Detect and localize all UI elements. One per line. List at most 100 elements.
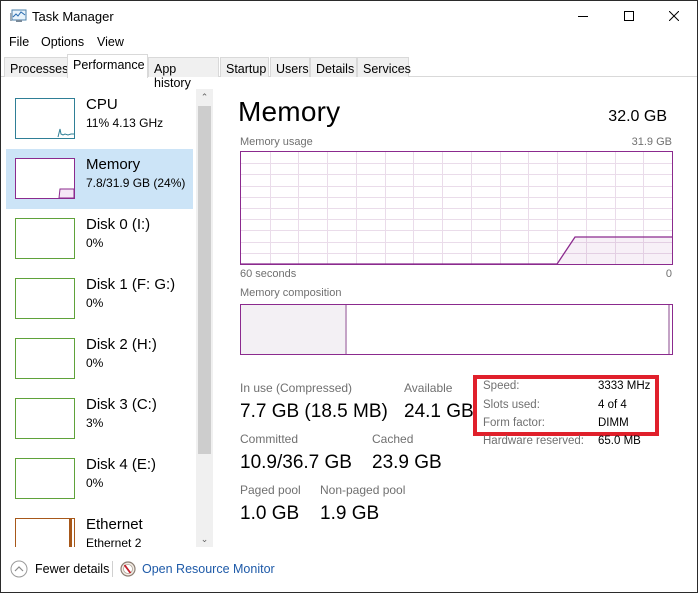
sidebar-item-name: Disk 0 (I:)	[86, 216, 151, 233]
fewer-details-button[interactable]: Fewer details	[10, 559, 109, 579]
memory-composition-label: Memory composition	[240, 287, 342, 299]
composition-in-use	[241, 305, 347, 354]
cached-label: Cached	[372, 432, 414, 446]
graph-time-start: 60 seconds	[240, 268, 297, 280]
resource-monitor-icon	[120, 561, 136, 577]
memory-mini-area	[58, 188, 74, 198]
usage-area	[241, 236, 672, 264]
cached-value: 23.9 GB	[372, 452, 442, 473]
scroll-down-button[interactable]: ⌄	[196, 531, 213, 547]
sidebar-thumbnail-graph	[15, 278, 75, 319]
sidebar-item-subtext: 0%	[86, 296, 104, 310]
graph-time-end: 0	[665, 268, 672, 280]
form-factor-value: DIMM	[598, 417, 629, 429]
sidebar-item-disk-2-h[interactable]: Disk 2 (H:) 0%	[6, 329, 193, 389]
sidebar-item-subtext: 0%	[86, 476, 104, 490]
sidebar-thumbnail-graph	[15, 398, 75, 439]
nonpaged-pool-value: 1.9 GB	[320, 503, 380, 524]
sidebar-scrollbar[interactable]: ⌃ ⌄	[196, 89, 213, 547]
tab-users[interactable]: Users	[270, 57, 310, 77]
cpu-mini-line	[57, 128, 74, 138]
tab-processes[interactable]: Processes	[4, 57, 68, 77]
composition-standby	[347, 305, 670, 354]
sidebar-thumbnail-graph	[15, 158, 75, 199]
open-resource-monitor-label: Open Resource Monitor	[142, 562, 275, 576]
sidebar-item-name: Disk 3 (C:)	[86, 396, 157, 413]
sidebar-thumbnail-graph	[15, 338, 75, 379]
minimize-button[interactable]	[560, 1, 606, 31]
in-use-label: In use (Compressed)	[240, 381, 353, 395]
sidebar-item-subtext: 0%	[86, 356, 104, 370]
fewer-details-label: Fewer details	[35, 562, 110, 576]
maximize-button[interactable]	[606, 1, 652, 31]
task-manager-window: Task Manager File Options View Processes…	[0, 0, 698, 593]
sidebar-item-cpu[interactable]: CPU 11% 4.13 GHz	[6, 89, 193, 149]
sidebar-item-subtext: 7.8/31.9 GB (24%)	[86, 176, 186, 190]
memory-usage-graph	[240, 151, 673, 265]
available-value: 24.1 GB	[404, 401, 474, 422]
footer-separator	[112, 561, 113, 577]
sidebar-thumbnail-graph	[15, 458, 75, 499]
sidebar-item-subtext: 11% 4.13 GHz	[86, 116, 164, 130]
tab-performance[interactable]: Performance	[67, 54, 148, 78]
tab-app-history[interactable]: App history	[148, 57, 219, 90]
chevron-down-icon: ⌄	[200, 533, 209, 544]
window-title: Task Manager	[32, 9, 114, 24]
sidebar-item-name: Disk 4 (E:)	[86, 456, 157, 473]
sidebar-item-name: Ethernet	[86, 516, 143, 533]
page-title: Memory	[238, 96, 341, 127]
nonpaged-pool-label: Non-paged pool	[320, 483, 406, 497]
sidebar-item-name: Disk 1 (F: G:)	[86, 276, 176, 293]
committed-value: 10.9/36.7 GB	[240, 452, 352, 473]
sidebar-item-name: Memory	[86, 156, 141, 173]
memory-composition-bar	[240, 304, 673, 355]
speed-label: Speed:	[483, 380, 520, 392]
hardware-reserved-value: 65.0 MB	[598, 435, 641, 447]
tab-details[interactable]: Details	[310, 57, 357, 77]
close-icon	[669, 11, 679, 21]
minimize-icon	[578, 16, 588, 17]
available-label: Available	[404, 381, 453, 395]
sidebar-item-subtext: 3%	[86, 416, 104, 430]
performance-sidebar: CPU 11% 4.13 GHz Memory 7.8/31.9 GB (24%) Di…	[2, 79, 216, 547]
sidebar-item-subtext: Ethernet 2	[86, 536, 142, 547]
sidebar-thumbnail-graph	[15, 98, 75, 139]
memory-usage-label: Memory usage	[240, 136, 313, 148]
slots-used-value: 4 of 4	[598, 399, 627, 411]
hardware-reserved-label: Hardware reserved:	[483, 435, 584, 447]
menu-bar: File Options View	[1, 32, 697, 52]
speed-value: 3333 MHz	[598, 380, 651, 392]
title-bar: Task Manager	[1, 1, 697, 31]
sidebar-item-memory[interactable]: Memory 7.8/31.9 GB (24%)	[6, 149, 193, 209]
total-memory: 32.0 GB	[608, 108, 667, 125]
open-resource-monitor-link[interactable]: Open Resource Monitor	[120, 559, 275, 579]
footer: Fewer details Open Resource Monitor	[1, 551, 697, 592]
menu-file[interactable]: File	[9, 35, 29, 49]
committed-label: Committed	[240, 432, 299, 446]
menu-options[interactable]: Options	[41, 35, 84, 49]
tab-services[interactable]: Services	[357, 57, 411, 77]
maximize-icon	[624, 11, 634, 21]
paged-pool-value: 1.0 GB	[240, 503, 300, 524]
scroll-thumb[interactable]	[198, 106, 211, 454]
scroll-up-button[interactable]: ⌃	[196, 89, 213, 105]
sidebar-item-disk-1-f-g[interactable]: Disk 1 (F: G:) 0%	[6, 269, 193, 329]
sidebar-thumbnail-graph	[15, 518, 75, 547]
chevron-up-circle-icon	[10, 560, 28, 578]
tab-startup[interactable]: Startup	[220, 57, 269, 77]
sidebar-item-disk-0-i[interactable]: Disk 0 (I:) 0%	[6, 209, 193, 269]
chevron-up-icon: ⌃	[200, 91, 209, 102]
sidebar-item-disk-3-c[interactable]: Disk 3 (C:) 3%	[6, 389, 193, 449]
sidebar-thumbnail-graph	[15, 218, 75, 259]
memory-usage-max: 31.9 GB	[631, 136, 672, 148]
sidebar-item-ethernet[interactable]: Ethernet Ethernet 2	[6, 509, 193, 547]
sidebar-item-disk-4-e[interactable]: Disk 4 (E:) 0%	[6, 449, 193, 509]
usage-chart-svg	[241, 152, 672, 264]
task-manager-icon	[10, 9, 27, 22]
sidebar-item-subtext: 0%	[86, 236, 104, 250]
close-button[interactable]	[651, 1, 697, 31]
tab-strip: Processes Performance App history Startu…	[1, 54, 697, 90]
menu-view[interactable]: View	[97, 35, 124, 49]
sidebar-item-name: Disk 2 (H:)	[86, 336, 157, 353]
paged-pool-label: Paged pool	[240, 483, 301, 497]
